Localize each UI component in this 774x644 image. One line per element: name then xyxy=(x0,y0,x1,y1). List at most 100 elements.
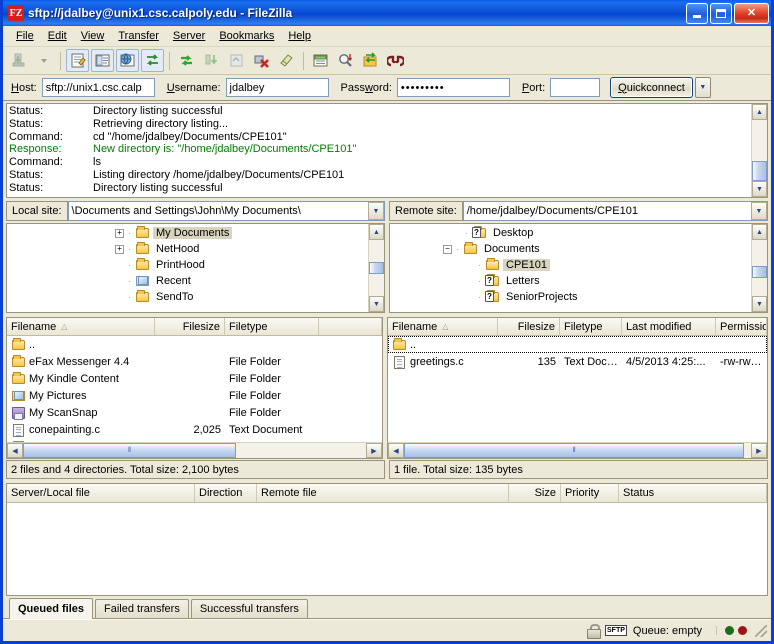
menu-view[interactable]: View xyxy=(74,28,112,44)
disconnect-icon[interactable] xyxy=(275,49,298,72)
menu-bookmarks[interactable]: Bookmarks xyxy=(212,28,281,44)
scroll-thumb[interactable]: ⦀ xyxy=(404,443,744,458)
table-row[interactable]: My ScanSnap File Folder xyxy=(7,404,382,421)
refresh-icon[interactable] xyxy=(175,49,198,72)
toggle-transfer-queue-icon[interactable] xyxy=(141,49,164,72)
directory-comparison-sync-icon[interactable] xyxy=(359,49,382,72)
cancel-operation-icon[interactable] xyxy=(250,49,273,72)
site-manager-icon[interactable] xyxy=(7,49,30,72)
column-header-filename[interactable]: Filename △ xyxy=(7,318,155,335)
table-row[interactable]: My Pictures File Folder xyxy=(7,387,382,404)
tree-item-cpe101[interactable]: · CPE101 xyxy=(390,257,751,273)
column-header-filetype[interactable]: Filetype xyxy=(225,318,319,335)
scroll-track[interactable]: ⦀ xyxy=(23,443,366,458)
menu-edit[interactable]: Edit xyxy=(41,28,74,44)
username-input[interactable]: jdalbey xyxy=(225,78,329,97)
local-list-body[interactable]: .. eFax Messenger 4.4 File Folder My Kin… xyxy=(7,336,382,442)
toggle-local-tree-icon[interactable] xyxy=(91,49,114,72)
menu-help[interactable]: Help xyxy=(281,28,318,44)
column-header-server-local-file[interactable]: Server/Local file xyxy=(7,484,195,502)
tree-item-nethood[interactable]: + · NetHood xyxy=(7,241,368,257)
quickconnect-button[interactable]: Quickconnect xyxy=(610,77,693,98)
scroll-up-icon[interactable]: ▲ xyxy=(752,224,767,240)
maximize-button[interactable] xyxy=(710,2,732,24)
menu-server[interactable]: Server xyxy=(166,28,212,44)
tree-item-my-documents[interactable]: + · My Documents xyxy=(7,225,368,241)
minimize-button[interactable] xyxy=(686,2,708,24)
tree-item-documents[interactable]: − · Documents xyxy=(390,241,751,257)
menu-file[interactable]: File xyxy=(9,28,41,44)
tab-queued-files[interactable]: Queued files xyxy=(9,598,94,619)
remote-directory-tree[interactable]: · ? Desktop − · Documents · CPE101 · ? L… xyxy=(390,224,751,312)
log-scrollbar[interactable]: ▲ ▼ xyxy=(751,104,767,197)
tree-item-recent[interactable]: · Recent xyxy=(7,273,368,289)
tree-item-sendto[interactable]: · SendTo xyxy=(7,289,368,305)
toggle-remote-tree-icon[interactable] xyxy=(116,49,139,72)
expander-icon[interactable]: + xyxy=(115,244,124,254)
local-list-hscrollbar[interactable]: ◀ ⦀ ▶ xyxy=(7,442,382,458)
process-queue-icon[interactable] xyxy=(200,49,223,72)
scroll-track[interactable] xyxy=(369,240,384,296)
table-row[interactable]: .. xyxy=(7,336,382,353)
column-header-filetype[interactable]: Filetype xyxy=(560,318,622,335)
quickconnect-dropdown-button[interactable]: ▼ xyxy=(694,77,711,98)
local-site-combo[interactable]: \Documents and Settings\John\My Document… xyxy=(67,201,385,221)
tree-item-seniorprojects[interactable]: · ? SeniorProjects xyxy=(390,289,751,305)
toggle-message-log-icon[interactable] xyxy=(66,49,89,72)
scroll-left-icon[interactable]: ◀ xyxy=(388,443,404,458)
table-row[interactable]: My Kindle Content File Folder xyxy=(7,370,382,387)
find-files-icon[interactable] xyxy=(384,49,407,72)
site-manager-dropdown-icon[interactable] xyxy=(32,49,55,72)
column-header-filesize[interactable]: Filesize xyxy=(498,318,560,335)
scroll-track[interactable] xyxy=(752,240,767,296)
remote-list-body[interactable]: .. greetings.c 135 Text Docu... 4/5/2013… xyxy=(388,336,767,442)
table-row[interactable]: conepainting.c 2,025 Text Document xyxy=(7,421,382,438)
local-tree-scrollbar[interactable]: ▲ ▼ xyxy=(368,224,384,312)
column-header-filesize[interactable]: Filesize xyxy=(155,318,225,335)
scroll-thumb[interactable] xyxy=(369,262,384,274)
scroll-right-icon[interactable]: ▶ xyxy=(751,443,767,458)
scroll-track[interactable]: ⦀ xyxy=(404,443,751,458)
remote-file-list[interactable]: Filename △ Filesize Filetype Last modifie… xyxy=(387,317,768,459)
scroll-track[interactable] xyxy=(752,120,767,181)
scroll-down-icon[interactable]: ▼ xyxy=(369,296,384,312)
toggle-transfer-type-icon[interactable] xyxy=(225,49,248,72)
scroll-right-icon[interactable]: ▶ xyxy=(366,443,382,458)
scroll-down-icon[interactable]: ▼ xyxy=(752,296,767,312)
chevron-down-icon[interactable]: ▼ xyxy=(751,202,767,220)
scroll-thumb[interactable]: ⦀ xyxy=(23,443,236,458)
host-input[interactable]: sftp://unix1.csc.calp xyxy=(41,78,155,97)
password-input[interactable]: ••••••••• xyxy=(396,78,510,97)
column-header-direction[interactable]: Direction xyxy=(195,484,257,502)
chevron-down-icon[interactable]: ▼ xyxy=(368,202,384,220)
remote-list-hscrollbar[interactable]: ◀ ⦀ ▶ xyxy=(388,442,767,458)
column-header-size[interactable]: Size xyxy=(509,484,561,502)
scroll-thumb[interactable] xyxy=(752,161,767,181)
message-log[interactable]: Status: Directory listing successful Stat… xyxy=(7,104,751,197)
tab-failed-transfers[interactable]: Failed transfers xyxy=(95,599,189,618)
tree-item-printhood[interactable]: · PrintHood xyxy=(7,257,368,273)
scroll-up-icon[interactable]: ▲ xyxy=(369,224,384,240)
tree-item-letters[interactable]: · ? Letters xyxy=(390,273,751,289)
expander-icon[interactable]: + xyxy=(115,228,124,238)
queue-body[interactable] xyxy=(7,503,767,595)
port-input[interactable] xyxy=(550,78,601,97)
compare-directories-icon[interactable] xyxy=(334,49,357,72)
remote-tree-scrollbar[interactable]: ▲ ▼ xyxy=(751,224,767,312)
tree-item-desktop[interactable]: · ? Desktop xyxy=(390,225,751,241)
table-row[interactable]: greetings.c 135 Text Docu... 4/5/2013 4:… xyxy=(388,353,767,370)
tab-successful-transfers[interactable]: Successful transfers xyxy=(190,599,308,618)
scroll-up-icon[interactable]: ▲ xyxy=(752,104,767,120)
resize-grip-icon[interactable] xyxy=(755,624,767,637)
table-row[interactable]: eFax Messenger 4.4 File Folder xyxy=(7,353,382,370)
column-header-permissions[interactable]: Permissions xyxy=(716,318,767,335)
local-file-list[interactable]: Filename △ Filesize Filetype .. eFax Mess… xyxy=(6,317,383,459)
transfer-queue-panel[interactable]: Server/Local file Direction Remote file … xyxy=(6,483,768,596)
table-row[interactable]: .. xyxy=(388,336,767,353)
scroll-left-icon[interactable]: ◀ xyxy=(7,443,23,458)
scroll-down-icon[interactable]: ▼ xyxy=(752,181,767,197)
column-header-priority[interactable]: Priority xyxy=(561,484,619,502)
column-header-filename[interactable]: Filename △ xyxy=(388,318,498,335)
remote-site-combo[interactable]: /home/jdalbey/Documents/CPE101 ▼ xyxy=(462,201,768,221)
local-directory-tree[interactable]: + · My Documents + · NetHood · PrintHood… xyxy=(7,224,368,312)
